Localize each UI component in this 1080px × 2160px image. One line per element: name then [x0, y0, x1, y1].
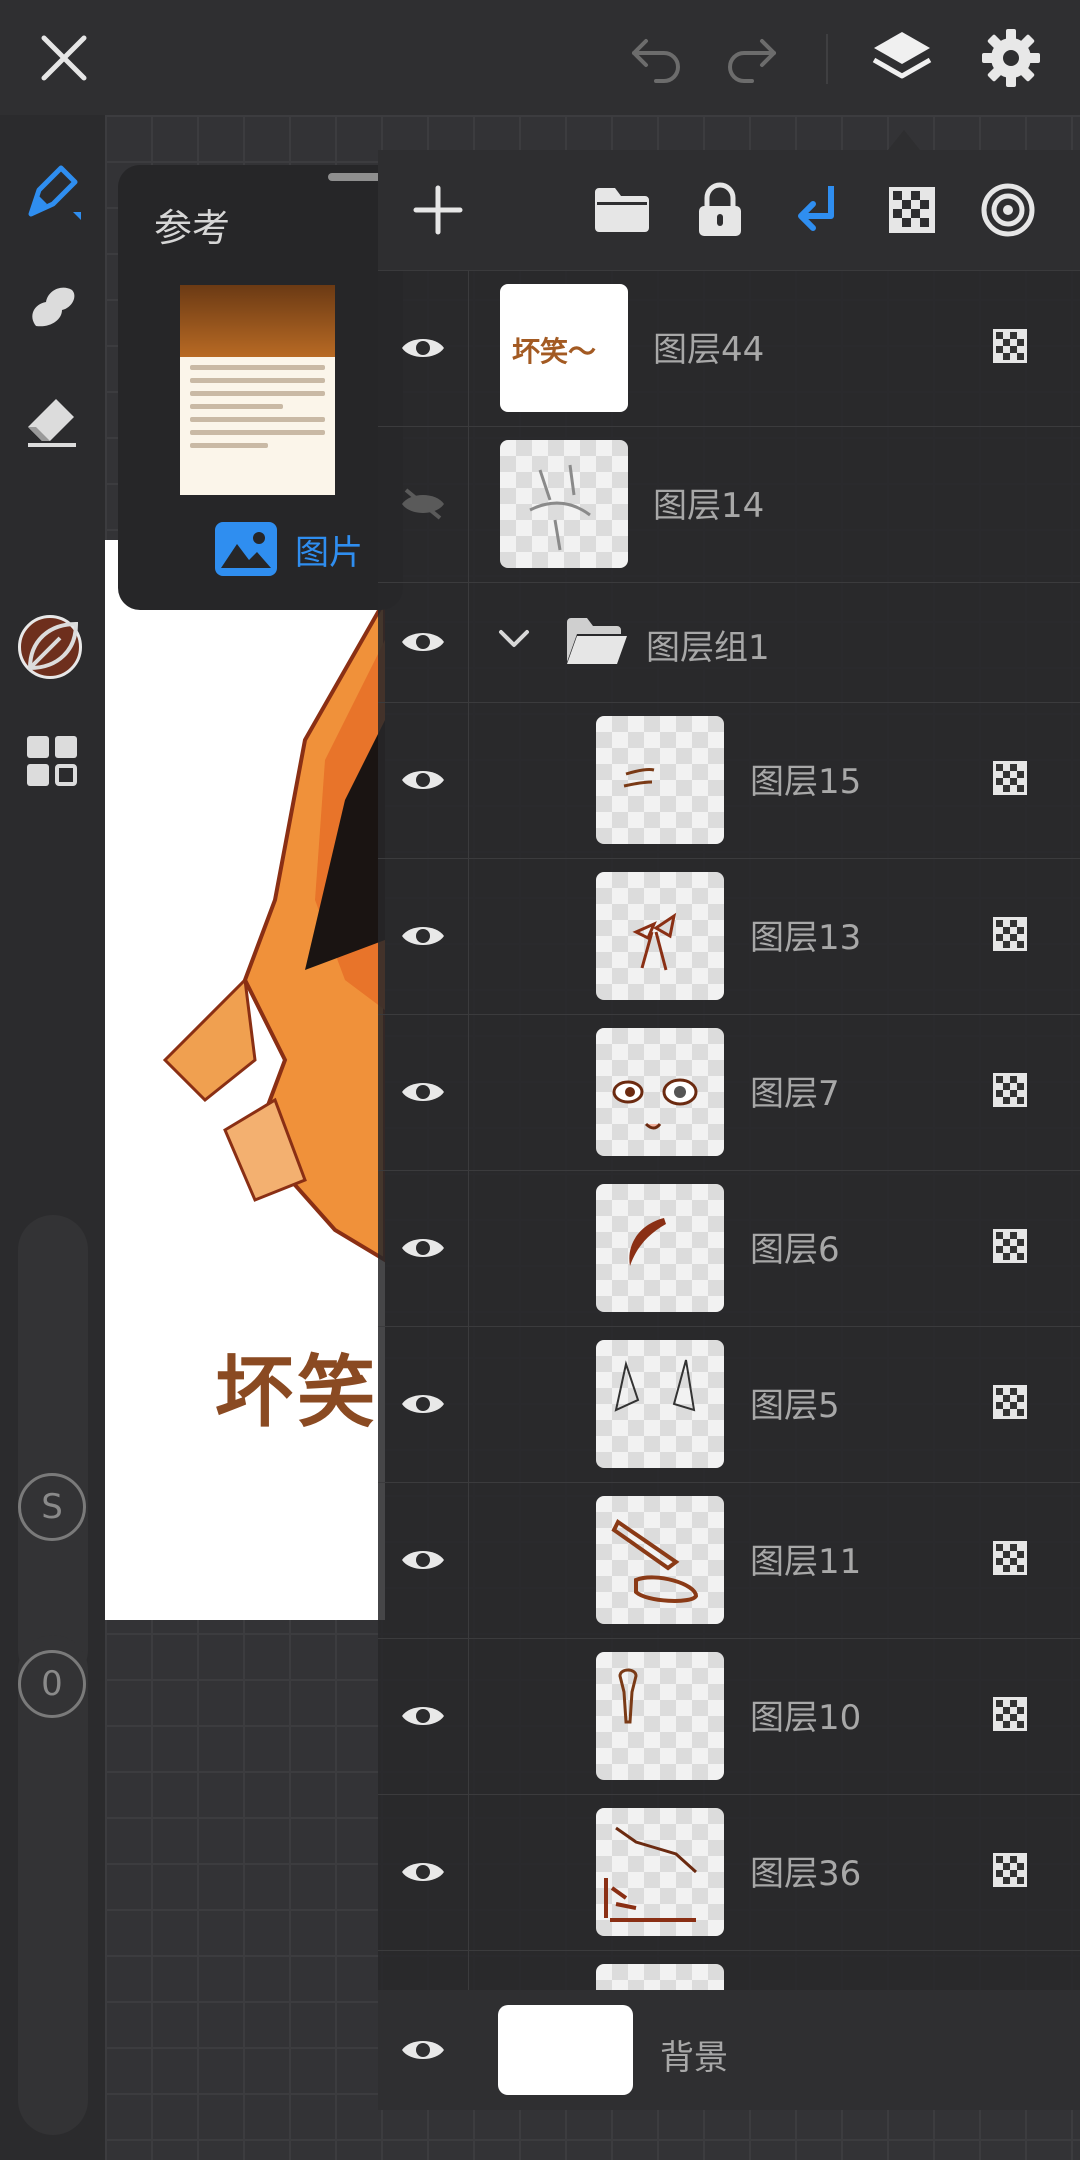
layer-thumbnail: [596, 1028, 724, 1156]
layer-name: 图层7: [750, 1074, 840, 1114]
layer-thumbnail: [500, 440, 628, 568]
background-layer-name: 背景: [660, 2038, 728, 2078]
opacity-slider-knob[interactable]: 0: [18, 1650, 86, 1718]
reference-image[interactable]: [180, 285, 335, 495]
brush-tool-icon[interactable]: [16, 155, 88, 227]
folder-open-icon: [567, 618, 627, 664]
layer-row[interactable]: 图层10: [378, 1638, 1080, 1795]
layer-name: 图层15: [750, 762, 862, 802]
layer-thumbnail: [596, 1964, 724, 1990]
layer-row[interactable]: 图层5: [378, 1326, 1080, 1483]
left-toolbar: S 0: [0, 115, 105, 2160]
size-knob-label: S: [41, 1487, 63, 1527]
top-bar: [0, 0, 1080, 115]
alpha-icon: [993, 1385, 1027, 1419]
alpha-icon: [993, 917, 1027, 951]
layer-thumbnail: [596, 716, 724, 844]
eraser-tool-icon[interactable]: [16, 385, 88, 457]
layer-row[interactable]: 图层11: [378, 1482, 1080, 1639]
artboard[interactable]: 坏笑: [105, 540, 385, 1620]
alpha-lock-icon[interactable]: [876, 174, 948, 246]
layer-row[interactable]: 图层7: [378, 1014, 1080, 1171]
layer-row[interactable]: 图层36: [378, 1794, 1080, 1951]
layer-panel-caret: [888, 130, 920, 150]
toolbar-divider: [826, 34, 828, 84]
clipping-mask-icon[interactable]: [780, 174, 852, 246]
layer-thumbnail: [596, 1652, 724, 1780]
folder-icon[interactable]: [586, 174, 658, 246]
layer-row[interactable]: [378, 1950, 1080, 1990]
eye-icon[interactable]: [378, 1170, 469, 1326]
background-layer-row[interactable]: 背景: [378, 1990, 1080, 2110]
layer-toolbar: [378, 150, 1080, 271]
layer-row[interactable]: 坏笑～ 图层44: [378, 270, 1080, 427]
alpha-icon: [993, 329, 1027, 363]
eye-icon[interactable]: [378, 1326, 469, 1482]
layer-name: 图层10: [750, 1698, 862, 1738]
eye-icon[interactable]: [378, 1794, 469, 1950]
layer-group-name: 图层组1: [646, 628, 770, 668]
grid-menu-icon[interactable]: [16, 725, 88, 797]
layers-icon[interactable]: [866, 22, 938, 94]
layer-name: 图层13: [750, 918, 862, 958]
layer-list[interactable]: 坏笑～ 图层44 图层14 图层组1 图层15 图层13 图层7 图层6 图层5…: [378, 270, 1080, 1990]
layer-thumbnail: [596, 1808, 724, 1936]
alpha-icon: [993, 761, 1027, 795]
eye-icon[interactable]: [378, 702, 469, 858]
layer-name: 图层44: [653, 330, 765, 370]
brush-size-slider[interactable]: [18, 1215, 88, 1685]
layer-panel: 坏笑～ 图层44 图层14 图层组1 图层15 图层13 图层7 图层6 图层5…: [378, 150, 1080, 2110]
eye-icon[interactable]: [378, 582, 469, 702]
alpha-icon: [993, 1229, 1027, 1263]
chevron-down-icon[interactable]: [498, 628, 530, 650]
layer-name: 图层36: [750, 1854, 862, 1894]
layer-name: 图层14: [653, 486, 765, 526]
alpha-icon: [993, 1697, 1027, 1731]
layer-group-row[interactable]: 图层组1: [378, 582, 1080, 703]
size-slider-knob[interactable]: S: [18, 1473, 86, 1541]
layer-thumbnail: [596, 1184, 724, 1312]
background-thumbnail: [498, 2005, 633, 2095]
undo-icon[interactable]: [620, 22, 692, 94]
close-icon[interactable]: [28, 22, 100, 94]
add-layer-icon[interactable]: [402, 174, 474, 246]
layer-thumbnail: [596, 872, 724, 1000]
layer-row[interactable]: 图层6: [378, 1170, 1080, 1327]
eye-icon[interactable]: [378, 270, 469, 426]
character-artwork: [162, 595, 385, 1263]
layer-row[interactable]: 图层14: [378, 426, 1080, 583]
reference-image-button[interactable]: 图片: [213, 520, 363, 578]
eye-icon[interactable]: [378, 858, 469, 1014]
eye-icon[interactable]: [378, 1990, 468, 2110]
layer-row[interactable]: 图层13: [378, 858, 1080, 1015]
image-icon: [215, 522, 277, 576]
layer-name: 图层11: [750, 1542, 862, 1582]
reference-image-label: 图片: [295, 532, 363, 573]
reference-panel[interactable]: 参考 图片: [118, 165, 403, 610]
layer-thumbnail-text: 坏笑～: [512, 335, 597, 368]
eye-icon[interactable]: [378, 1638, 469, 1794]
opacity-value: 0: [41, 1664, 63, 1704]
artwork-caption: 坏笑: [215, 1348, 380, 1438]
layer-effect-icon[interactable]: [972, 174, 1044, 246]
leaf-icon[interactable]: [16, 610, 88, 682]
eye-icon[interactable]: [378, 1014, 469, 1170]
gear-icon[interactable]: [975, 22, 1047, 94]
layer-thumbnail: [596, 1496, 724, 1624]
alpha-icon: [993, 1853, 1027, 1887]
layer-thumbnail: [596, 1340, 724, 1468]
alpha-icon: [993, 1073, 1027, 1107]
layer-name: 图层6: [750, 1230, 840, 1270]
layer-name: 图层5: [750, 1386, 840, 1426]
layer-row[interactable]: 图层15: [378, 702, 1080, 859]
alpha-icon: [993, 1541, 1027, 1575]
eye-icon[interactable]: [378, 1482, 469, 1638]
eye-hidden-icon[interactable]: [378, 426, 469, 582]
redo-icon[interactable]: [716, 22, 788, 94]
reference-title: 参考: [154, 206, 231, 250]
layer-thumbnail: 坏笑～: [500, 284, 628, 412]
lock-icon[interactable]: [684, 174, 756, 246]
eye-icon[interactable]: [378, 1950, 469, 1990]
smudge-tool-icon[interactable]: [16, 270, 88, 342]
